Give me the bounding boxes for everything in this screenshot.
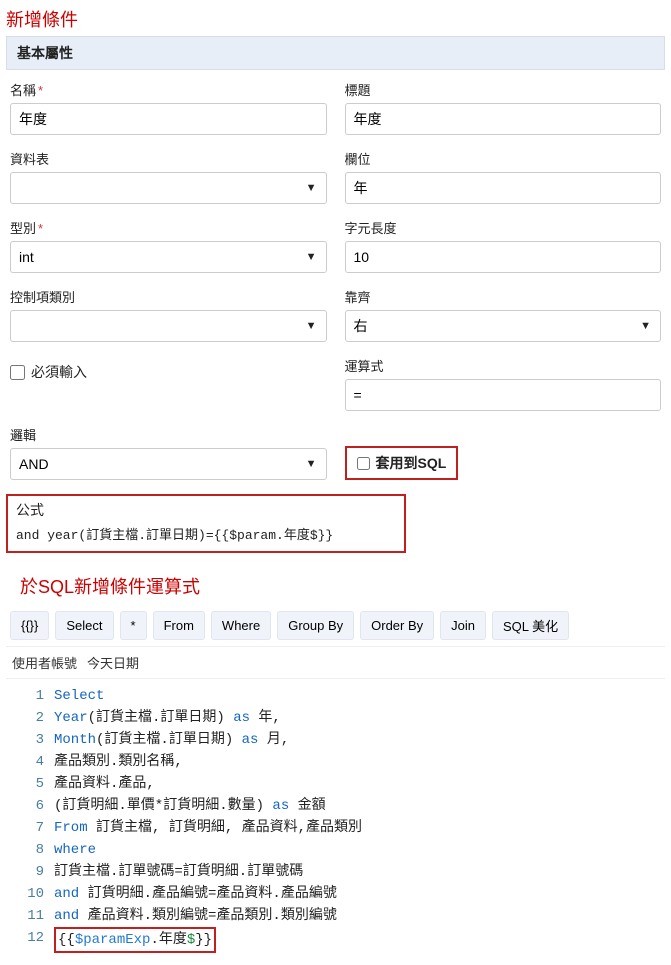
input-operator[interactable] (345, 379, 662, 411)
sql-editor[interactable]: 123456789101112 SelectYear(訂貨主檔.訂單日期) as… (6, 679, 665, 959)
field-name: 名稱* (10, 80, 327, 135)
checkbox-must-input[interactable] (10, 365, 25, 380)
field-column: 欄位 (345, 149, 662, 204)
sql-secondary-row: 使用者帳號今天日期 (6, 647, 665, 679)
select-type[interactable] (10, 241, 327, 273)
formula-code: and year(訂貨主檔.訂單日期)={{$param.年度$}} (16, 524, 396, 543)
field-char-length: 字元長度 (345, 218, 662, 273)
sql-toolbar-btn-7[interactable]: Join (440, 611, 486, 640)
sql-toolbar: {{}}Select*FromWhereGroup ByOrder ByJoin… (6, 605, 665, 647)
sql-toolbar-btn-6[interactable]: Order By (360, 611, 434, 640)
logic-row: 邏輯 ▼ 套用到SQL (6, 425, 665, 480)
required-mark: * (38, 83, 43, 98)
field-logic: 邏輯 ▼ (10, 425, 327, 480)
sql-toolbar-btn-2[interactable]: * (120, 611, 147, 640)
label-operator: 運算式 (345, 356, 662, 375)
label-logic: 邏輯 (10, 425, 327, 444)
label-type: 型別* (10, 218, 327, 237)
checkbox-apply-sql[interactable] (357, 457, 370, 470)
field-must-input: 必須輸入 (10, 356, 327, 411)
form-grid: 名稱* 標題 資料表 ▼ 欄位 型別* ▼ 字元長度 控制項類別 (6, 80, 665, 411)
select-control-type[interactable] (10, 310, 327, 342)
field-apply-sql-wrap: 套用到SQL (345, 446, 662, 480)
sql-line: (訂貨明細.單價*訂貨明細.數量) as 金額 (54, 795, 663, 817)
sql-line: Month(訂貨主檔.訂單日期) as 月, (54, 729, 663, 751)
field-operator: 運算式 (345, 356, 662, 411)
sql-line: where (54, 839, 663, 861)
sql-toolbar-btn-4[interactable]: Where (211, 611, 271, 640)
sql-toolbar-btn-8[interactable]: SQL 美化 (492, 611, 569, 640)
sql-line: and 訂貨明細.產品編號=產品資料.產品編號 (54, 883, 663, 905)
label-data-table: 資料表 (10, 149, 327, 168)
label-name: 名稱* (10, 80, 327, 99)
label-char-length: 字元長度 (345, 218, 662, 237)
label-type-text: 型別 (10, 221, 36, 236)
input-char-length[interactable] (345, 241, 662, 273)
label-align: 靠齊 (345, 287, 662, 306)
sql-line: From 訂貨主檔, 訂貨明細, 產品資料,產品類別 (54, 817, 663, 839)
required-mark: * (38, 221, 43, 236)
label-must-input: 必須輸入 (31, 362, 87, 382)
label-control-type: 控制項類別 (10, 287, 327, 306)
sql-line: 產品資料.產品, (54, 773, 663, 795)
sql-line: Select (54, 685, 663, 707)
select-align[interactable] (345, 310, 662, 342)
sql-line: 產品類別.類別名稱, (54, 751, 663, 773)
sql-toolbar-btn-5[interactable]: Group By (277, 611, 354, 640)
label-title: 標題 (345, 80, 662, 99)
label-name-text: 名稱 (10, 83, 36, 98)
sql-section-title: 於SQL新增條件運算式 (20, 573, 665, 599)
field-title: 標題 (345, 80, 662, 135)
sql-toolbar-btn-0[interactable]: {{}} (10, 611, 49, 640)
sql-secondary-item-1[interactable]: 今天日期 (87, 653, 139, 672)
page-title: 新增條件 (6, 6, 665, 32)
select-logic[interactable] (10, 448, 327, 480)
field-align: 靠齊 ▼ (345, 287, 662, 342)
input-name[interactable] (10, 103, 327, 135)
section-header-basic: 基本屬性 (6, 36, 665, 70)
input-column[interactable] (345, 172, 662, 204)
select-data-table[interactable] (10, 172, 327, 204)
sql-toolbar-btn-1[interactable]: Select (55, 611, 113, 640)
field-control-type: 控制項類別 ▼ (10, 287, 327, 342)
apply-sql-box: 套用到SQL (345, 446, 459, 480)
sql-line: and 產品資料.類別編號=產品類別.類別編號 (54, 905, 663, 927)
field-type: 型別* ▼ (10, 218, 327, 273)
sql-line: 訂貨主檔.訂單號碼=訂貨明細.訂單號碼 (54, 861, 663, 883)
label-column: 欄位 (345, 149, 662, 168)
input-title[interactable] (345, 103, 662, 135)
sql-line: Year(訂貨主檔.訂單日期) as 年, (54, 707, 663, 729)
label-apply-sql: 套用到SQL (376, 453, 447, 473)
sql-code[interactable]: SelectYear(訂貨主檔.訂單日期) as 年,Month(訂貨主檔.訂單… (54, 685, 663, 953)
sql-secondary-item-0[interactable]: 使用者帳號 (12, 653, 77, 672)
sql-gutter: 123456789101112 (8, 685, 54, 953)
sql-toolbar-btn-3[interactable]: From (153, 611, 205, 640)
label-formula: 公式 (16, 500, 396, 520)
field-data-table: 資料表 ▼ (10, 149, 327, 204)
sql-line-param: {{$paramExp.年度$}} (54, 927, 663, 953)
formula-box: 公式 and year(訂貨主檔.訂單日期)={{$param.年度$}} (6, 494, 406, 553)
